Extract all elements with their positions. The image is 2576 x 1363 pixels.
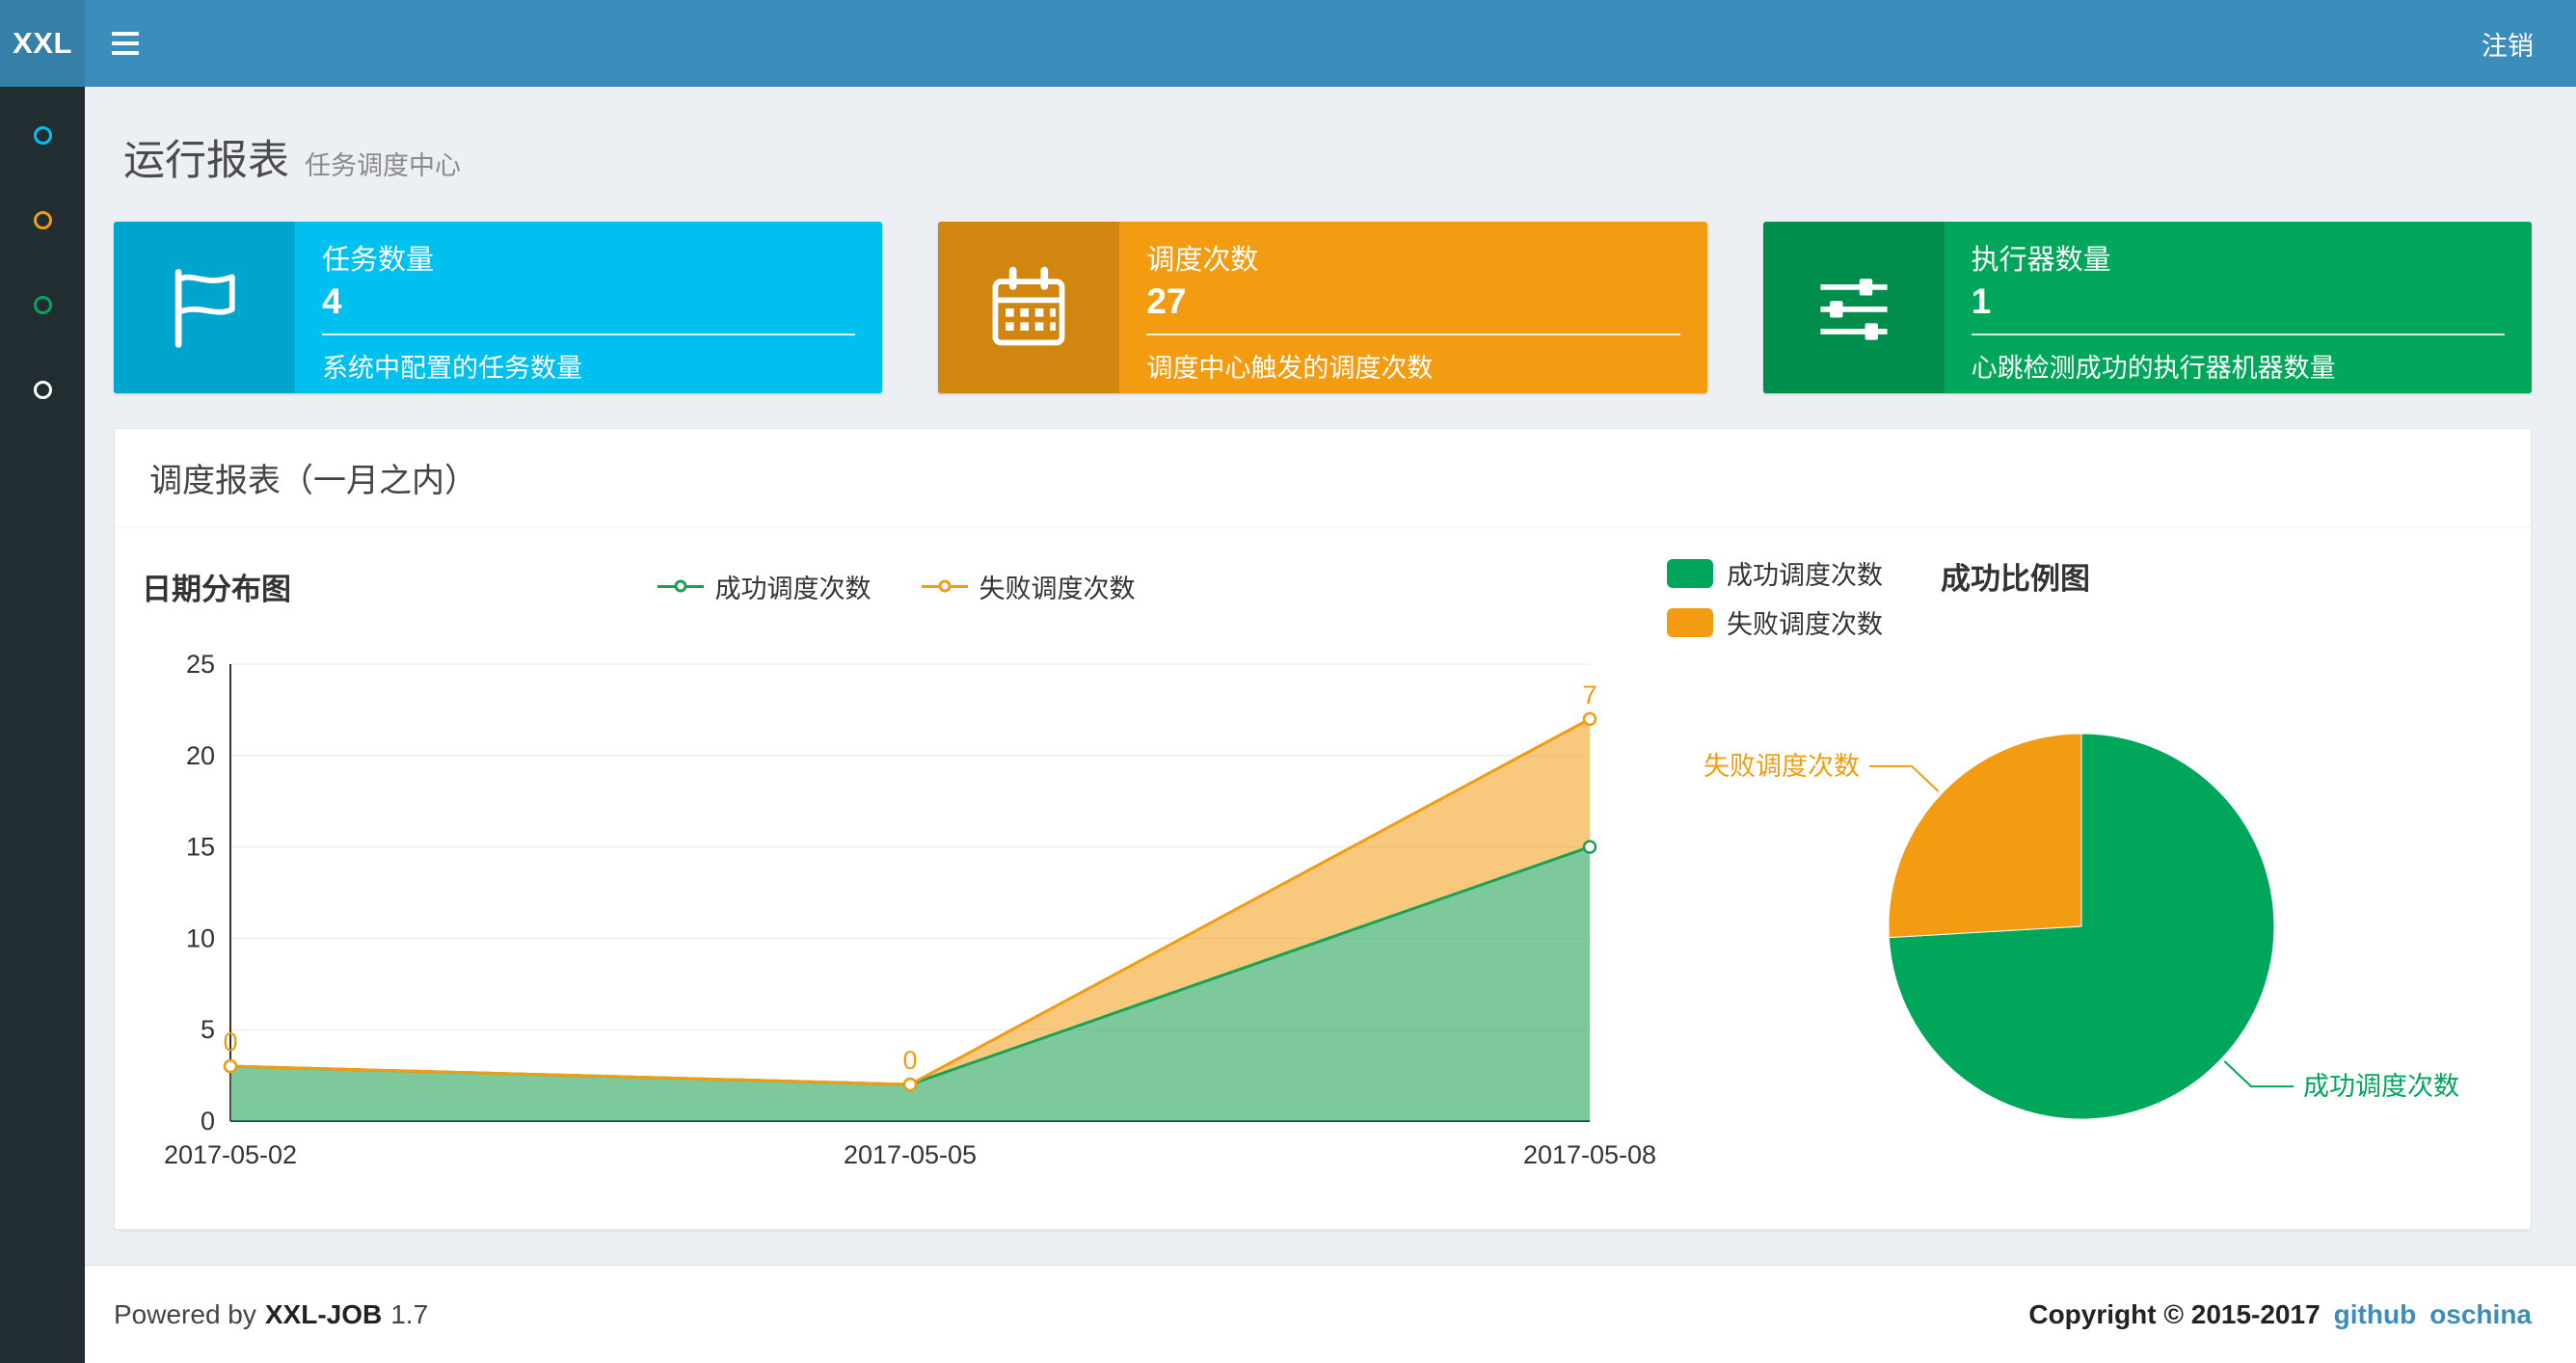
svg-text:7: 7 (1582, 681, 1597, 709)
legend-item-fail[interactable]: 失败调度次数 (921, 568, 1136, 605)
page-subtitle: 任务调度中心 (305, 151, 461, 180)
success-ratio-pie-chart: 成功调度次数 失败调度次数 (1704, 733, 2459, 1120)
svg-text:25: 25 (186, 650, 215, 679)
stat-desc: 心跳检测成功的执行器机器数量 (1971, 354, 2336, 384)
powered-by-text: Powered by (114, 1298, 256, 1329)
footer: Powered by XXL-JOB 1.7 Copyright © 2015-… (85, 1265, 2576, 1363)
line-chart-legend: 成功调度次数 失败调度次数 (291, 568, 1501, 605)
date-distribution-section: 日期分布图 成功调度次数 失败调度次数 0 5 10 15 20 25 2017… (142, 554, 1665, 1196)
logout-link[interactable]: 注销 (2468, 15, 2547, 72)
stat-box-executors: 执行器数量 1 心跳检测成功的执行器机器数量 (1762, 222, 2532, 393)
legend-item-fail[interactable]: 失败调度次数 (1667, 603, 1883, 641)
legend-swatch-icon (1667, 558, 1713, 588)
stat-title: 调度次数 (1146, 245, 1259, 276)
svg-text:失败调度次数: 失败调度次数 (1704, 752, 1860, 781)
calendar-icon (982, 261, 1075, 354)
svg-text:2017-05-08: 2017-05-08 (1523, 1140, 1656, 1169)
page-title: 运行报表 (123, 138, 289, 184)
svg-text:15: 15 (186, 833, 215, 862)
sidebar-item-1[interactable] (0, 93, 85, 177)
oschina-link[interactable]: oschina (2429, 1299, 2532, 1330)
stat-desc: 调度中心触发的调度次数 (1146, 354, 1434, 384)
legend-label: 失败调度次数 (979, 574, 1136, 603)
sliders-icon (1808, 261, 1900, 354)
app-logo[interactable]: XXL (0, 0, 85, 87)
svg-text:0: 0 (201, 1107, 215, 1136)
legend-label: 成功调度次数 (714, 574, 872, 603)
pie-chart-title: 成功比例图 (1941, 562, 2090, 596)
circle-icon (33, 125, 52, 145)
main-area: 运行报表 任务调度中心 任务数量 4 系统中配置的任务数量 调度次数 27 调度… (85, 87, 2576, 1363)
app-logo-text: XXL (13, 26, 72, 60)
stat-value: 27 (1146, 278, 1680, 336)
sidebar-toggle-button[interactable] (85, 0, 166, 87)
svg-text:2017-05-02: 2017-05-02 (164, 1140, 297, 1169)
stat-value: 4 (322, 278, 856, 336)
stat-boxes: 任务数量 4 系统中配置的任务数量 调度次数 27 调度中心触发的调度次数 执行… (114, 222, 2532, 393)
svg-text:20: 20 (186, 741, 215, 770)
svg-text:成功调度次数: 成功调度次数 (2303, 1072, 2459, 1101)
sidebar-item-3[interactable] (0, 262, 85, 347)
stat-title: 任务数量 (322, 245, 435, 276)
svg-text:0: 0 (223, 1028, 237, 1056)
sidebar (0, 87, 85, 1363)
legend-line-marker-icon (657, 579, 704, 593)
legend-item-success[interactable]: 成功调度次数 (657, 568, 872, 605)
svg-text:10: 10 (186, 923, 215, 952)
report-panel: 调度报表（一月之内） 日期分布图 成功调度次数 失败调度次数 0 5 10 15… (114, 428, 2532, 1230)
copyright-text: Copyright © 2015-2017 (2028, 1298, 2321, 1329)
stat-desc: 系统中配置的任务数量 (322, 354, 582, 384)
page-header: 运行报表 任务调度中心 (123, 127, 2532, 187)
sidebar-item-4[interactable] (0, 347, 85, 432)
top-navbar: XXL 注销 (0, 0, 2576, 87)
stat-title: 执行器数量 (1971, 245, 2111, 276)
github-link[interactable]: github (2334, 1299, 2417, 1330)
date-distribution-chart: 05101520252017-05-02 2017-05-05 2017-05-08… (164, 650, 1656, 1169)
line-chart-title: 日期分布图 (142, 572, 291, 606)
stat-box-triggers: 调度次数 27 调度中心触发的调度次数 (938, 222, 1707, 393)
svg-text:0: 0 (902, 1046, 917, 1075)
product-name: XXL-JOB (264, 1298, 383, 1329)
svg-text:5: 5 (201, 1015, 215, 1044)
stat-value: 1 (1971, 278, 2505, 336)
svg-text:2017-05-05: 2017-05-05 (844, 1140, 977, 1169)
success-ratio-section: 成功调度次数 失败调度次数 成功比例图 成功调度次数 失败调度次数 (1667, 554, 2515, 1196)
circle-icon (33, 380, 52, 399)
legend-line-marker-icon (921, 579, 968, 593)
stat-box-jobs: 任务数量 4 系统中配置的任务数量 (114, 222, 883, 393)
circle-icon (33, 295, 52, 314)
pie-chart-legend: 成功调度次数 失败调度次数 (1667, 554, 1883, 641)
legend-label: 失败调度次数 (1727, 610, 1883, 639)
sidebar-item-2[interactable] (0, 177, 85, 262)
report-panel-title: 调度报表（一月之内） (115, 429, 2531, 527)
flag-icon (158, 261, 251, 354)
legend-swatch-icon (1667, 607, 1713, 637)
circle-icon (33, 210, 52, 229)
product-version: 1.7 (390, 1298, 429, 1329)
legend-item-success[interactable]: 成功调度次数 (1667, 554, 1883, 592)
legend-label: 成功调度次数 (1727, 561, 1883, 590)
